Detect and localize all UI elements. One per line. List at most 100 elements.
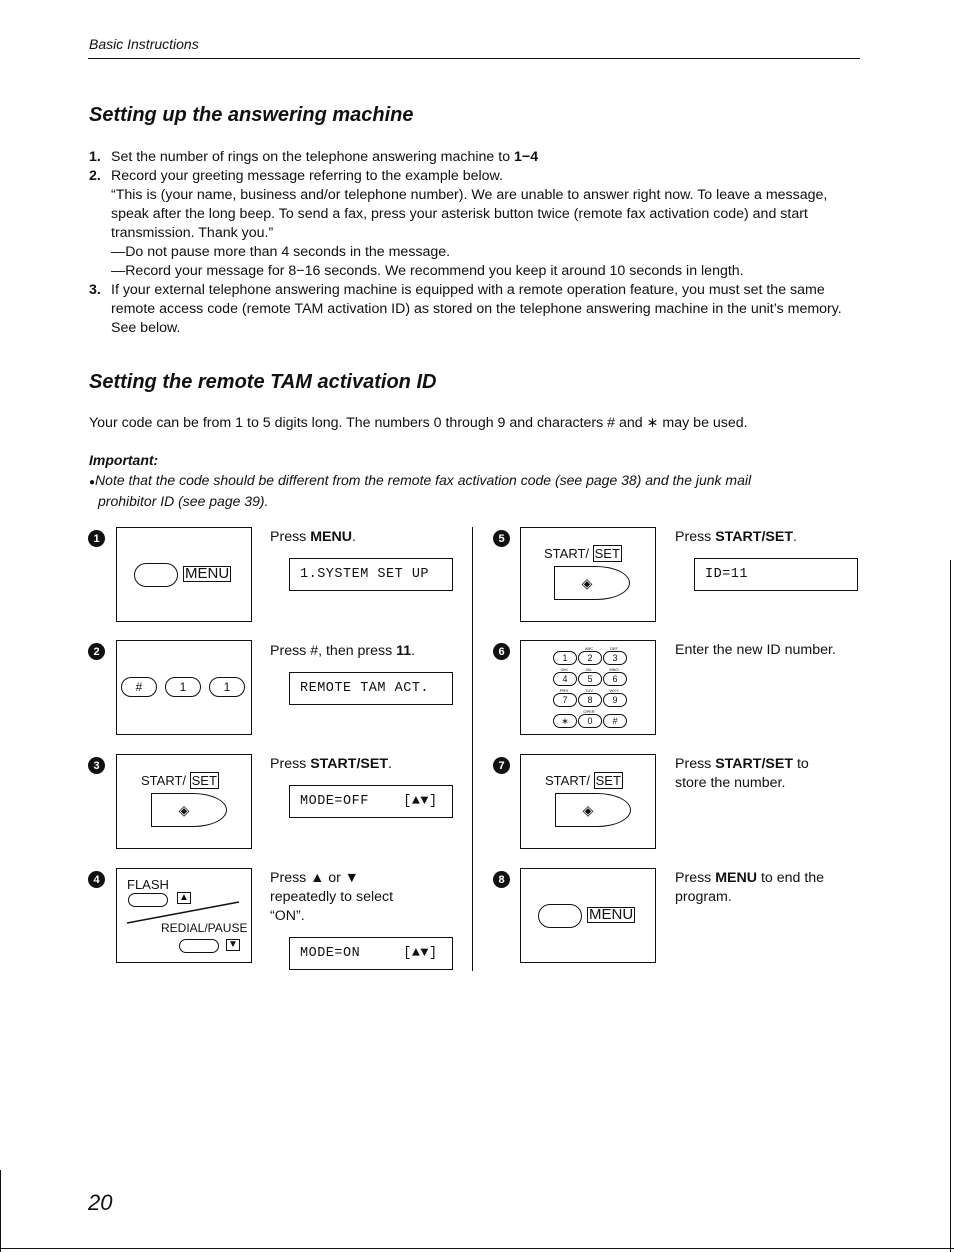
instr-text: .	[388, 756, 392, 772]
start-label: START/	[544, 546, 593, 561]
step-number-5: 5	[493, 530, 510, 547]
instr-text: repeatedly to select	[270, 889, 394, 905]
keypad-key[interactable]: 0	[578, 714, 602, 728]
start-label: START/	[141, 773, 190, 788]
menu-key[interactable]	[538, 904, 582, 928]
set-label: SET	[593, 772, 623, 789]
start-label: START/	[545, 773, 594, 788]
item-text: If your external telephone answering mac…	[111, 282, 842, 336]
page-edge	[950, 560, 951, 1252]
step-2-panel: # 1 1	[116, 640, 252, 735]
section-title-answering-machine: Setting up the answering machine	[89, 104, 414, 126]
redial-pause-label: REDIAL/PAUSE	[161, 921, 248, 935]
item-number: 3.	[89, 282, 101, 298]
instr-key: START/SET	[715, 529, 793, 545]
list-item: 2. Record your greeting message referrin…	[89, 167, 859, 186]
code-intro: Your code can be from 1 to 5 digits long…	[89, 415, 748, 431]
menu-key-label: MENU	[183, 565, 232, 582]
start-set-label: START/ SET	[544, 545, 622, 562]
important-note: ●Note that the code should be different …	[89, 471, 859, 511]
step-2-display: REMOTE TAM ACT.	[289, 672, 453, 705]
step-4-instruction: Press ▲ or ▼ repeatedly to select “ON”.	[270, 869, 393, 926]
step-6-instruction: Enter the new ID number.	[675, 642, 836, 658]
instr-text: Press	[270, 756, 311, 772]
step-8-panel: MENU	[520, 868, 656, 963]
note-text-cont: prohibitor ID (see page 39).	[98, 493, 269, 509]
keypad-key[interactable]: 5	[578, 672, 602, 686]
keypad-key[interactable]: 8	[578, 693, 602, 707]
set-label: SET	[189, 772, 219, 789]
instr-text: store the number.	[675, 775, 786, 791]
step-3-instruction: Press START/SET.	[270, 755, 392, 774]
greeting-example: “This is (your name, business and/or tel…	[111, 187, 828, 241]
section-title-remote-tam: Setting the remote TAM activation ID	[89, 371, 437, 393]
keypad-key[interactable]: 3	[603, 651, 627, 665]
instr-text: to end the	[757, 870, 825, 886]
start-icon: ◈	[178, 801, 190, 818]
step-7-panel: START/ SET ◈	[520, 754, 656, 849]
start-set-key[interactable]: ◈	[554, 566, 630, 600]
note-text: Note that the code should be different f…	[95, 472, 752, 488]
column-divider	[472, 527, 473, 971]
start-set-key[interactable]: ◈	[555, 793, 631, 827]
step-1-panel: MENU	[116, 527, 252, 622]
down-arrow-icon: ▼	[226, 939, 240, 951]
instr-key: 11	[396, 643, 412, 659]
instr-key: MENU	[310, 529, 352, 545]
setup-steps-list: 1. Set the number of rings on the teleph…	[89, 148, 859, 338]
step-2-instruction: Press #, then press 11.	[270, 642, 415, 661]
step-number-3: 3	[88, 757, 105, 774]
step-1-display: 1.SYSTEM SET UP	[289, 558, 453, 591]
instr-key: START/SET	[310, 756, 388, 772]
set-label: SET	[592, 545, 622, 562]
item-text: Record your greeting message referring t…	[111, 168, 503, 184]
step-3-panel: START/ SET ◈	[116, 754, 252, 849]
running-header: Basic Instructions	[89, 36, 199, 52]
instr-text: Press ▲ or ▼	[270, 870, 359, 886]
instr-text: .	[352, 529, 356, 545]
key-1[interactable]: 1	[209, 677, 245, 697]
important-label: Important:	[89, 452, 159, 468]
rings-value: 1−4	[514, 149, 539, 165]
page-edge	[0, 1170, 1, 1252]
start-icon: ◈	[582, 801, 594, 818]
step-7-instruction: Press START/SET to store the number.	[675, 755, 809, 793]
keypad-key[interactable]: 2	[578, 651, 602, 665]
page-number: 20	[88, 1190, 113, 1215]
menu-key[interactable]	[134, 563, 178, 587]
key-1[interactable]: 1	[165, 677, 201, 697]
step-number-1: 1	[88, 530, 105, 547]
hash-key[interactable]: #	[121, 677, 157, 697]
keypad-key[interactable]: 6	[603, 672, 627, 686]
instr-key: START/SET	[715, 756, 793, 772]
step-1-instruction: Press MENU.	[270, 528, 356, 547]
instr-text: Press	[675, 870, 716, 886]
keypad-key[interactable]: 1	[553, 651, 577, 665]
start-set-key[interactable]: ◈	[151, 793, 227, 827]
step-5-instruction: Press START/SET.	[675, 528, 797, 547]
instr-text: to	[793, 756, 809, 772]
instr-text: Press	[270, 529, 311, 545]
header-rule	[88, 58, 860, 59]
keypad-key[interactable]: ∗	[553, 714, 577, 728]
list-item: 3. If your external telephone answering …	[89, 281, 859, 338]
start-icon: ◈	[581, 574, 593, 591]
instr-text: .	[411, 643, 416, 659]
start-set-label: START/ SET	[545, 772, 623, 789]
instr-text: “ON”.	[270, 908, 305, 924]
step-6-panel: 1 ABC 2 DEF 3 GHI 4 JKL 5 MNO 6 PRS 7 TUV 8 WXY 9 ∗ OPER 0 #	[520, 640, 656, 735]
item-number: 1.	[89, 149, 101, 165]
step-5-display: ID=11	[694, 558, 858, 591]
keypad-key[interactable]: 9	[603, 693, 627, 707]
step-number-8: 8	[493, 871, 510, 888]
list-item: 1. Set the number of rings on the teleph…	[89, 148, 859, 167]
menu-key-label: MENU	[587, 906, 636, 923]
instr-text: Press #, then press	[270, 643, 397, 659]
step-number-7: 7	[493, 757, 510, 774]
redial-pause-key[interactable]	[179, 939, 219, 953]
keypad-key[interactable]: #	[603, 714, 627, 728]
keypad-key[interactable]: 7	[553, 693, 577, 707]
step-number-4: 4	[88, 871, 105, 888]
step-5-panel: START/ SET ◈	[520, 527, 656, 622]
keypad-key[interactable]: 4	[553, 672, 577, 686]
